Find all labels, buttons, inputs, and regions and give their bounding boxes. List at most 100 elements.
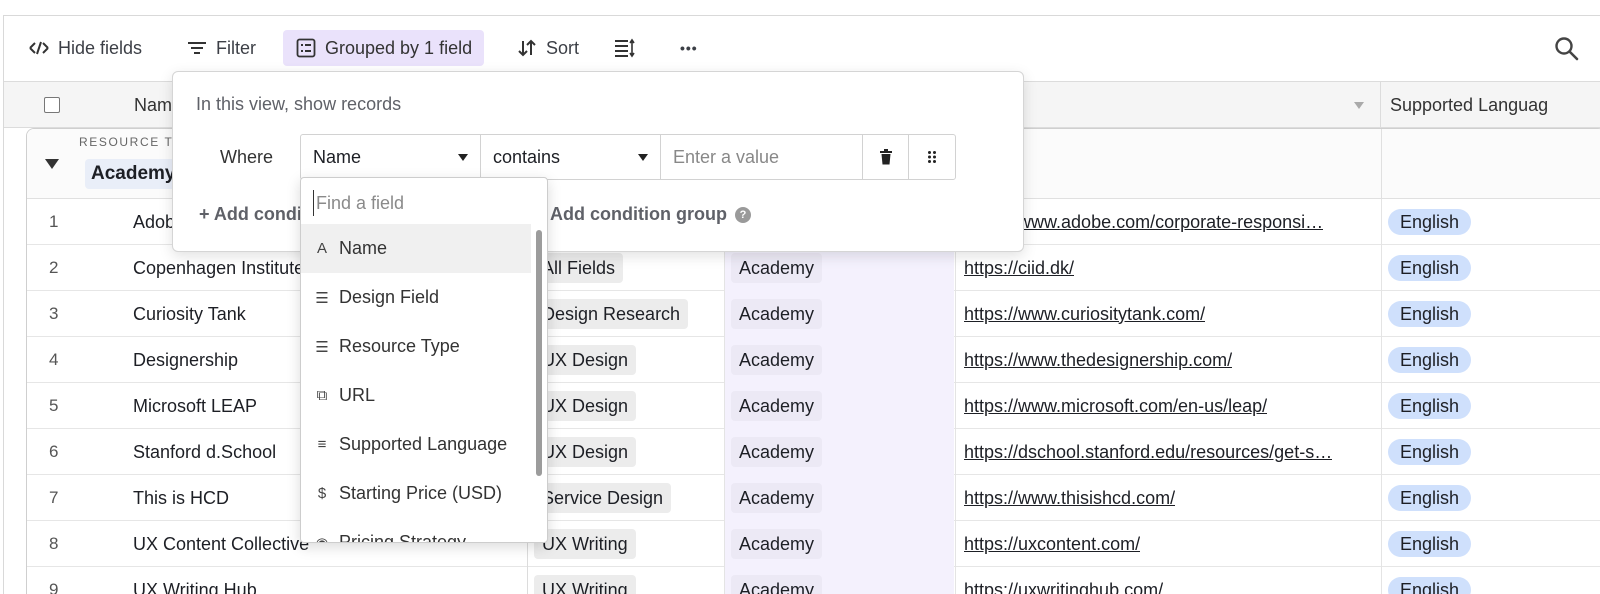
cell-url[interactable]: https://www.thedesignership.com/ [955, 337, 1381, 383]
cell-design-field[interactable]: UX Design [527, 337, 723, 383]
cell-url[interactable]: https://uxwritinghub.com/ [955, 567, 1381, 594]
cell-url[interactable]: https://uxcontent.com/ [955, 521, 1381, 567]
trash-icon [879, 149, 892, 165]
more-options-button[interactable]: ••• [670, 30, 708, 66]
design-field-tag: Design Research [534, 299, 689, 329]
row-height-button[interactable] [604, 30, 646, 66]
column-divider [1380, 82, 1381, 128]
chevron-down-icon [638, 153, 648, 161]
delete-condition-button[interactable] [863, 135, 909, 179]
table-row[interactable]: 3 Curiosity Tank Design Research Academy htt… [27, 291, 1600, 337]
resource-type-tag: Academy [731, 529, 823, 559]
cell-design-field[interactable]: Design Research [527, 291, 723, 337]
field-option[interactable]: ◉ Pricing Strategy [301, 518, 531, 542]
table-row[interactable]: 7 This is HCD Service Design Academy https:/… [27, 475, 1600, 521]
table-row[interactable]: 9 UX Writing Hub UX Writing Academy https://… [27, 567, 1600, 594]
cell-language[interactable]: English [1381, 429, 1600, 475]
cell-design-field[interactable]: UX Design [527, 383, 723, 429]
hide-fields-button[interactable]: Hide fields [18, 30, 152, 66]
cell-resource-type[interactable]: Academy [724, 337, 954, 383]
cell-language[interactable]: English [1381, 567, 1600, 594]
text-type-icon: A [316, 240, 327, 257]
help-icon[interactable]: ? [734, 206, 751, 223]
cell-name-text: Microsoft LEAP [133, 395, 258, 416]
cell-language[interactable]: English [1381, 337, 1600, 383]
cell-url[interactable]: https://www.microsoft.com/en-us/leap/ [955, 383, 1381, 429]
drag-handle-icon [928, 151, 936, 163]
cell-language[interactable]: English [1381, 199, 1600, 245]
row-number: 7 [49, 488, 59, 507]
scrollbar[interactable] [536, 230, 542, 476]
multi-select-icon: ≡ [317, 436, 327, 453]
group-button[interactable]: Grouped by 1 field [283, 30, 485, 66]
drag-handle[interactable] [909, 135, 955, 179]
resource-type-tag: Academy [731, 299, 823, 329]
field-option[interactable]: ≡ Supported Language [301, 420, 531, 469]
add-condition-group-button[interactable]: Add condition group ? [550, 204, 751, 225]
table-row[interactable]: 4 Designership UX Design Academy https://www… [27, 337, 1600, 383]
url-link[interactable]: https://uxcontent.com/ [964, 534, 1140, 555]
cell-resource-type[interactable]: Academy [724, 383, 954, 429]
table-row[interactable]: 8 UX Content Collective UX Writing Academy h… [27, 521, 1600, 567]
cell-language[interactable]: English [1381, 291, 1600, 337]
field-option[interactable]: $ Starting Price (USD) [301, 469, 531, 518]
filter-field-select[interactable]: Name [301, 135, 481, 179]
group-value: Academy [85, 159, 182, 189]
design-field-tag: UX Writing [534, 575, 636, 594]
url-link[interactable]: https://www.curiositytank.com/ [964, 304, 1205, 325]
filter-operator-select[interactable]: contains [481, 135, 661, 179]
filter-value-input[interactable]: Enter a value [661, 135, 863, 179]
cell-resource-type[interactable]: Academy [724, 475, 954, 521]
select-all-checkbox[interactable] [44, 97, 60, 113]
filter-operator-value: contains [493, 146, 561, 167]
url-link[interactable]: https://dschool.stanford.edu/resources/g… [964, 442, 1332, 463]
cell-url[interactable]: https://dschool.stanford.edu/resources/g… [955, 429, 1381, 475]
cell-design-field[interactable]: Service Design [527, 475, 723, 521]
column-header-dropdown[interactable] [1354, 82, 1364, 128]
cell-resource-type[interactable]: Academy [724, 567, 954, 594]
sort-button[interactable]: Sort [506, 30, 589, 66]
filter-title: In this view, show records [196, 94, 402, 114]
table-row[interactable]: 5 Microsoft LEAP UX Design Academy https://w… [27, 383, 1600, 429]
cell-design-field[interactable]: UX Writing [527, 521, 723, 567]
url-link[interactable]: https://www.microsoft.com/en-us/leap/ [964, 396, 1267, 417]
cell-resource-type[interactable]: Academy [724, 429, 954, 475]
cell-resource-type[interactable]: Academy [724, 521, 954, 567]
url-link[interactable]: https://uxwritinghub.com/ [964, 580, 1163, 594]
cell-url[interactable]: https://www.curiositytank.com/ [955, 291, 1381, 337]
url-link[interactable]: https://ciid.dk/ [964, 258, 1074, 279]
cell-name-text: Copenhagen Institute [133, 257, 305, 278]
table-row[interactable]: 6 Stanford d.School UX Design Academy https:… [27, 429, 1600, 475]
language-pill: English [1388, 485, 1472, 511]
search-icon[interactable] [1554, 36, 1580, 62]
row-number: 5 [49, 396, 59, 415]
cell-language[interactable]: English [1381, 245, 1600, 291]
row-number: 8 [49, 534, 59, 553]
cell-url[interactable]: https://www.thisishcd.com/ [955, 475, 1381, 521]
field-option[interactable]: ☰ Design Field [301, 273, 531, 322]
column-header-supported-language[interactable]: Supported Languag [1390, 82, 1548, 128]
cell-name-text: This is HCD [133, 487, 230, 508]
cell-language[interactable]: English [1381, 521, 1600, 567]
field-option-label: Resource Type [339, 336, 460, 356]
cell-resource-type[interactable]: Academy [724, 291, 954, 337]
field-option[interactable]: ⧉ URL [301, 371, 531, 420]
url-link[interactable]: https://www.thedesignership.com/ [964, 350, 1232, 371]
resource-type-tag: Academy [731, 483, 823, 513]
find-field-input[interactable] [313, 190, 533, 216]
language-pill: English [1388, 301, 1472, 327]
sort-label: Sort [546, 37, 580, 58]
field-list: A Name ☰ Design Field ☰ Resource Type ⧉ URL ≡ Sup… [301, 224, 531, 542]
row-number: 3 [49, 304, 59, 323]
cell-design-field[interactable]: UX Design [527, 429, 723, 475]
cell-name[interactable]: UX Writing Hub [133, 567, 525, 594]
cell-language[interactable]: English [1381, 383, 1600, 429]
filter-button[interactable]: Filter [176, 30, 266, 66]
field-option[interactable]: ☰ Resource Type [301, 322, 531, 371]
field-option[interactable]: A Name [301, 224, 531, 273]
collapse-caret-icon[interactable] [45, 159, 59, 169]
cell-language[interactable]: English [1381, 475, 1600, 521]
url-link[interactable]: https://www.thisishcd.com/ [964, 488, 1175, 509]
cell-design-field[interactable]: UX Writing [527, 567, 723, 594]
cell-name-text: UX Content Collective [133, 533, 310, 554]
